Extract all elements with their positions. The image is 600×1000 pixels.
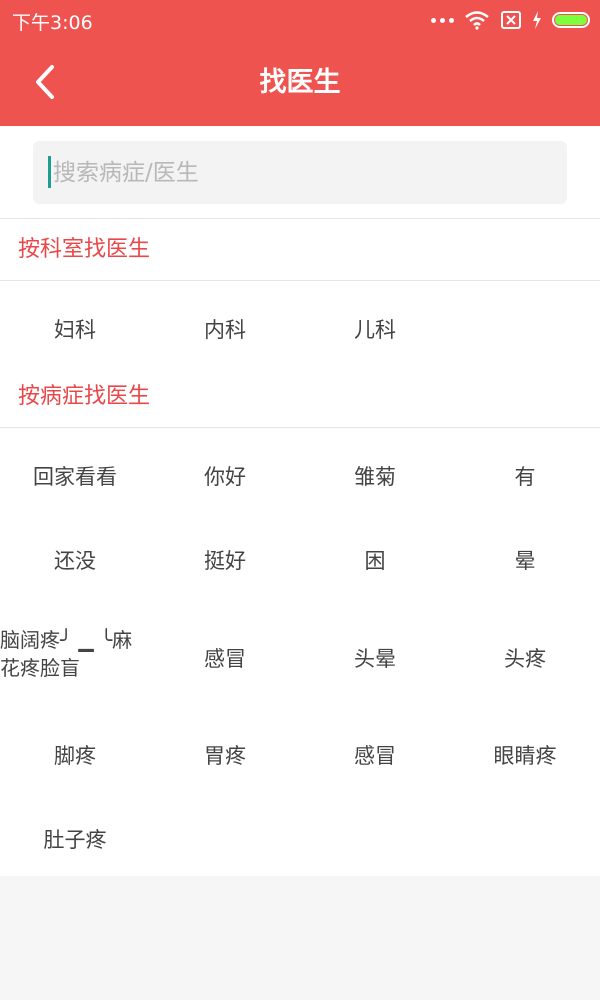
wifi-icon <box>465 11 489 30</box>
back-button[interactable] <box>26 62 66 102</box>
section-title-symptom: 按病症找医生 <box>0 366 600 428</box>
symptom-item[interactable]: 眼睛疼 <box>450 740 600 770</box>
symptom-item[interactable]: 头疼 <box>450 643 600 673</box>
symptom-item[interactable]: 脚疼 <box>0 740 150 770</box>
page-title: 找医生 <box>259 67 341 98</box>
department-item[interactable]: 妇科 <box>0 314 150 344</box>
search-input[interactable] <box>33 141 567 204</box>
charging-icon <box>533 11 541 29</box>
symptom-item[interactable]: 挺好 <box>150 545 300 575</box>
battery-icon <box>552 12 590 28</box>
symptom-item[interactable]: 肚子疼 <box>0 824 150 854</box>
symptom-item[interactable]: 有 <box>450 461 600 491</box>
symptom-item[interactable]: 晕 <box>450 545 600 575</box>
symptom-item[interactable]: 雏菊 <box>300 461 450 491</box>
chevron-left-icon <box>36 65 54 99</box>
symptom-item[interactable]: 感冒 <box>150 643 300 673</box>
symptom-item[interactable]: 困 <box>300 545 450 575</box>
more-dots-icon <box>431 17 454 23</box>
section-title-department: 按科室找医生 <box>0 219 600 281</box>
status-time: 下午3:06 <box>12 12 93 34</box>
department-item[interactable]: 内科 <box>150 314 300 344</box>
status-icons <box>431 8 590 32</box>
symptom-item[interactable]: 脑阔疼╯ ▁ ╰麻花疼脸盲 <box>0 626 150 682</box>
symptom-item[interactable]: 胃疼 <box>150 740 300 770</box>
nav-bar: 找医生 <box>0 40 600 126</box>
symptom-item[interactable]: 还没 <box>0 545 150 575</box>
text-cursor <box>48 156 51 188</box>
search-bar <box>0 126 600 219</box>
symptom-item[interactable]: 回家看看 <box>0 461 150 491</box>
symptom-item[interactable]: 你好 <box>150 461 300 491</box>
symptom-item[interactable]: 头晕 <box>300 643 450 673</box>
no-sim-icon <box>501 11 521 29</box>
main-content: 按科室找医生 妇科 内科 儿科 按病症找医生 回家看看 你好 雏菊 有 还没 挺… <box>0 126 600 876</box>
symptom-item[interactable]: 感冒 <box>300 740 450 770</box>
status-bar: 下午3:06 <box>0 0 600 40</box>
department-item[interactable]: 儿科 <box>300 314 450 344</box>
